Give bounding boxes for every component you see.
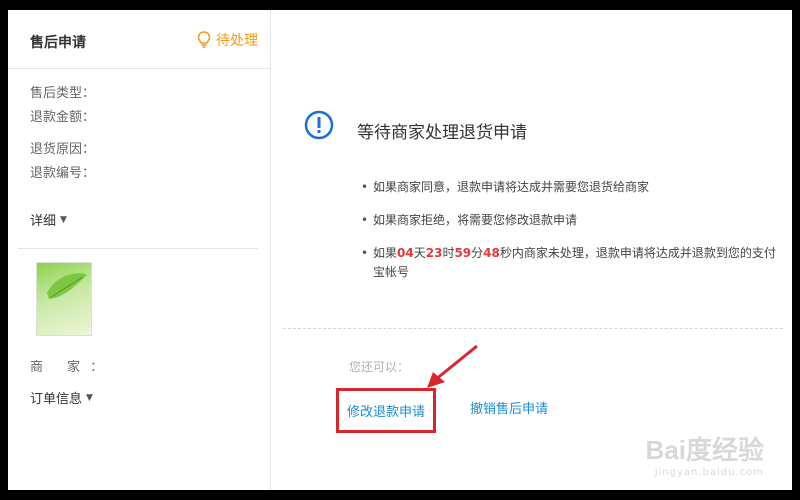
status-panel: 等待商家处理退货申请 如果商家同意，退款申请将达成并需要您退货给商家 如果商家拒… xyxy=(271,10,792,490)
panel-title: 售后申请 xyxy=(30,35,86,51)
divider xyxy=(18,248,258,249)
action-links: 修改退款申请 撤销售后申请 xyxy=(336,388,556,433)
field-return-reason: 退货原因： xyxy=(30,138,95,162)
redacted-values xyxy=(104,86,224,204)
countdown-hours: 23 xyxy=(425,246,443,260)
note-prefix: 如果 xyxy=(373,246,398,260)
note-text: 如果商家拒绝，将需要您修改退款申请 xyxy=(373,213,578,227)
order-info-label: 订单信息 xyxy=(30,392,83,407)
field-label: 售后类型： xyxy=(30,86,96,101)
chevron-down-icon: ▼ xyxy=(60,214,67,225)
product-thumbnail[interactable] xyxy=(36,262,92,336)
chevron-down-icon: ▼ xyxy=(86,392,93,403)
note-item: 如果商家同意，退款申请将达成并需要您退货给商家 xyxy=(361,178,781,197)
exclamation-circle-icon xyxy=(304,110,334,140)
page-frame: 售后申请 待处理 售后类型： 退款金额： 退货原因： 退款编号： 详细 ▼ 商 … xyxy=(8,10,792,490)
field-refund-number: 退款编号： xyxy=(30,162,95,186)
note-text: 如果商家同意，退款申请将达成并需要您退货给商家 xyxy=(373,180,650,194)
status-notes: 如果商家同意，退款申请将达成并需要您退货给商家 如果商家拒绝，将需要您修改退款申… xyxy=(361,178,781,296)
detail-toggle[interactable]: 详细 ▼ xyxy=(30,210,67,229)
merchant-label: 商 家： xyxy=(30,360,114,375)
field-label: 退款金额： xyxy=(30,110,96,125)
unit-days: 天 xyxy=(413,246,426,260)
watermark-logo: Bai度经验 xyxy=(645,435,764,465)
countdown-minutes: 59 xyxy=(454,246,472,260)
panel-header: 售后申请 待处理 xyxy=(8,10,270,69)
field-aftersale-type: 售后类型： xyxy=(30,82,95,106)
pending-status-label: 待处理 xyxy=(216,33,258,49)
countdown-seconds: 48 xyxy=(483,246,500,260)
note-item: 如果商家拒绝，将需要您修改退款申请 xyxy=(361,211,781,230)
countdown-note: 如果04天23时59分48秒内商家未处理，退款申请将达成并退款到您的支付宝帐号 xyxy=(361,244,781,282)
field-label: 退货原因： xyxy=(30,142,96,157)
watermark-url: jingyan.baidu.com xyxy=(654,467,764,478)
watermark: Bai度经验 jingyan.baidu.com xyxy=(646,430,764,478)
field-refund-amount: 退款金额： xyxy=(30,106,95,130)
leaf-image xyxy=(47,273,87,299)
redacted-product-name xyxy=(106,272,216,296)
you-can-label: 您还可以： xyxy=(349,360,410,374)
field-label: 退款编号： xyxy=(30,166,96,181)
lightbulb-icon xyxy=(197,31,211,48)
unit-minutes: 分 xyxy=(471,246,484,260)
detail-label: 详细 xyxy=(30,214,57,229)
dashed-divider xyxy=(283,328,783,329)
modify-refund-link[interactable]: 修改退款申请 xyxy=(336,388,437,433)
unit-hours: 时 xyxy=(442,246,455,260)
pending-status: 待处理 xyxy=(196,30,258,50)
red-arrow-annotation xyxy=(427,344,478,388)
order-info-toggle[interactable]: 订单信息 ▼ xyxy=(30,388,93,407)
redacted-merchant xyxy=(104,354,214,374)
aftersale-fields: 售后类型： 退款金额： 退货原因： 退款编号： xyxy=(30,82,95,186)
countdown-days: 04 xyxy=(397,246,414,260)
status-title: 等待商家处理退货申请 xyxy=(357,123,527,143)
aftersale-summary-panel: 售后申请 待处理 售后类型： 退款金额： 退货原因： 退款编号： 详细 ▼ 商 … xyxy=(8,10,271,490)
cancel-aftersale-link[interactable]: 撤销售后申请 xyxy=(462,388,556,433)
